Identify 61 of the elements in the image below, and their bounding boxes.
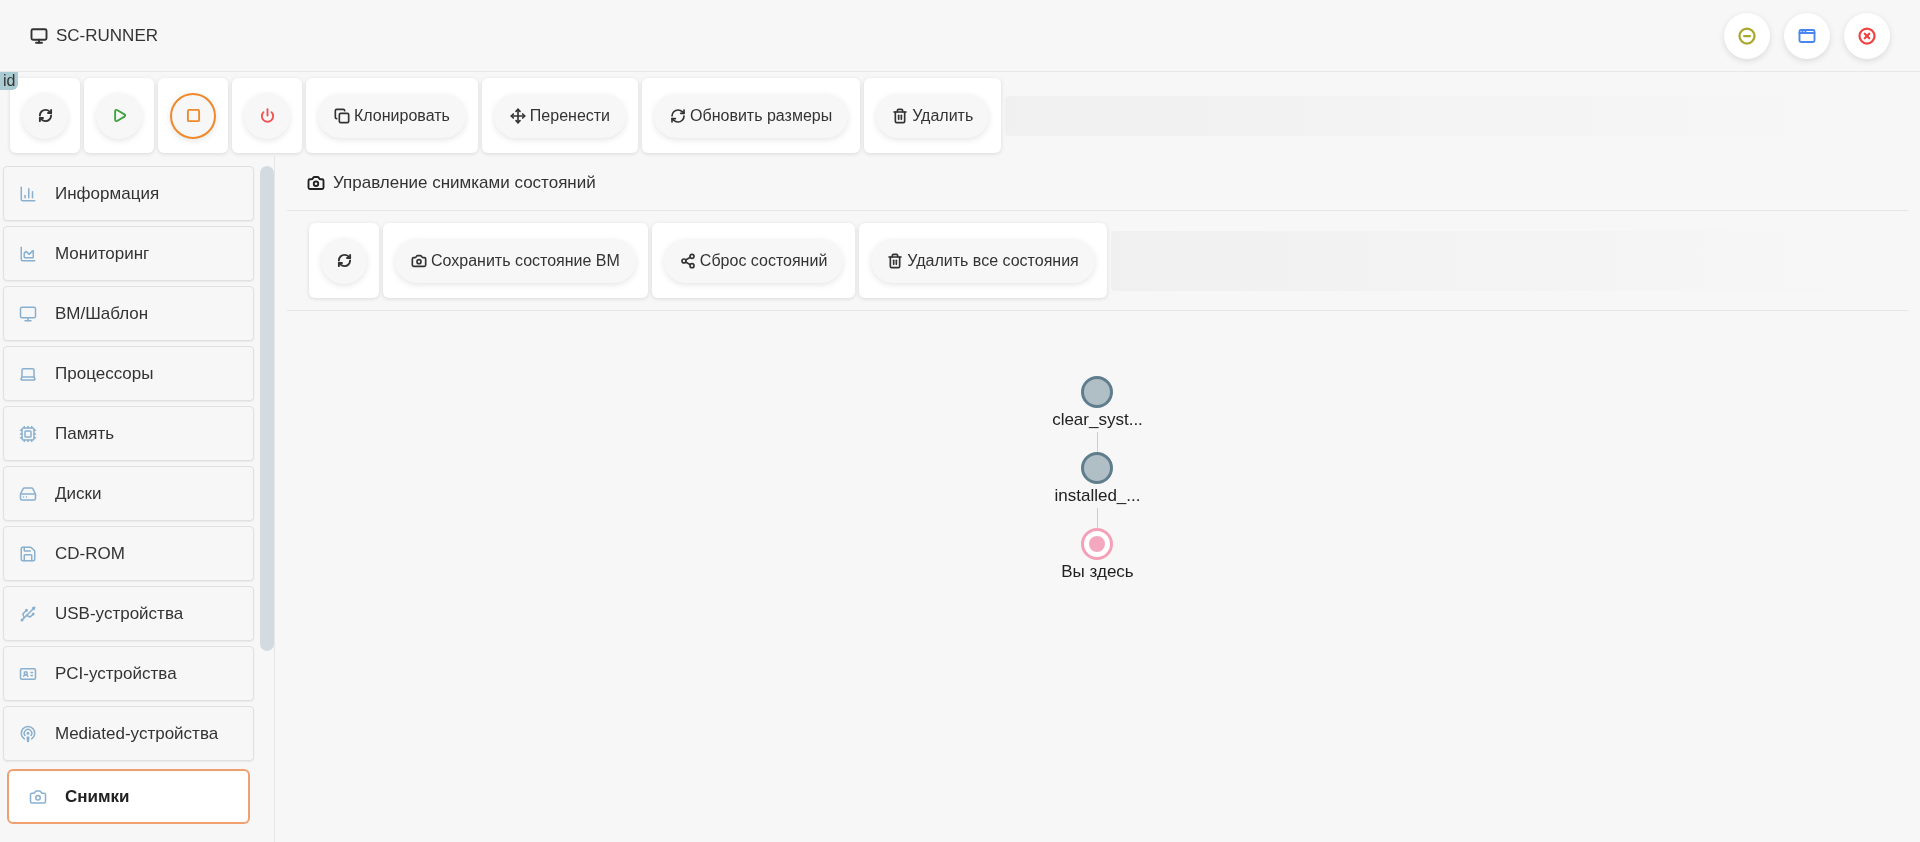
toolbar-button[interactable]: Удалить все состояния (871, 238, 1095, 283)
sidebar-item[interactable]: Информация (3, 166, 255, 221)
toolbar-button[interactable]: Сброс состояний (663, 238, 844, 283)
sidebar-item[interactable]: Память (3, 406, 255, 461)
refresh-icon (670, 107, 687, 124)
chip-icon (19, 424, 37, 443)
sidebar-item[interactable]: Мониторинг (3, 226, 255, 281)
camera-icon (411, 252, 427, 269)
toolbar-button[interactable]: Сохранить состояние ВМ (395, 238, 636, 283)
sidebar-item[interactable]: Снимки (7, 769, 251, 824)
toolbar-button[interactable]: Обновить размеры (654, 93, 849, 138)
start-button[interactable] (96, 92, 142, 139)
current-state-node[interactable] (1081, 528, 1114, 560)
toolbar-button[interactable]: Клонировать (318, 93, 466, 138)
broadcast-icon (19, 724, 37, 743)
share-icon (679, 252, 696, 269)
usb-icon (19, 604, 37, 623)
play-icon (111, 108, 127, 123)
minimize-button[interactable] (1724, 12, 1770, 59)
power-button[interactable] (244, 92, 290, 139)
snapshot-node[interactable] (1081, 376, 1114, 408)
sidebar-item[interactable]: ВМ/Шаблон (3, 286, 255, 341)
scrollbar[interactable] (260, 166, 274, 651)
close-icon (1858, 26, 1876, 45)
snapshot-node[interactable] (1081, 452, 1114, 484)
power-icon (259, 108, 275, 123)
refresh-icon (37, 108, 53, 123)
stop-icon (185, 108, 201, 123)
refresh-button[interactable] (321, 237, 367, 284)
node-label: Вы здесь (1061, 561, 1134, 583)
bar-chart-icon (19, 184, 37, 203)
toolbar-button[interactable]: Удалить (876, 93, 990, 138)
window-icon (1798, 26, 1816, 45)
trash-icon (892, 107, 909, 124)
minimize-icon (1738, 26, 1756, 45)
sidebar-item[interactable]: Диски (3, 466, 255, 521)
sidebar-item[interactable]: PCI-устройства (3, 646, 255, 701)
area-chart-icon (19, 244, 37, 263)
hard-drive-icon (19, 484, 37, 503)
refresh-button[interactable] (22, 92, 68, 139)
maximize-button[interactable] (1784, 12, 1830, 59)
node-label: clear_syst... (1052, 409, 1143, 431)
monitor-icon (19, 304, 37, 323)
sidebar-item[interactable]: USB-устройства (3, 586, 255, 641)
move-arrows-icon (509, 107, 526, 124)
camera-icon (29, 787, 47, 806)
toolbar-button[interactable]: Перенести (493, 93, 627, 138)
copy-icon (334, 107, 350, 124)
window-title: SC-RUNNER (56, 24, 158, 47)
sidebar-item[interactable]: CD-ROM (3, 526, 255, 581)
sidebar-item[interactable]: Mediated-устройства (3, 706, 255, 761)
close-button[interactable] (1844, 12, 1890, 59)
monitor-icon (30, 26, 48, 45)
trash-icon (887, 252, 904, 269)
refresh-icon (336, 253, 352, 268)
id-badge: id (0, 72, 19, 90)
stop-button[interactable] (170, 92, 216, 139)
camera-icon (307, 174, 325, 192)
node-label: installed_... (1054, 485, 1141, 507)
sidebar-item[interactable]: Процессоры (3, 346, 255, 401)
panel-title: Управление снимками состояний (333, 172, 596, 195)
